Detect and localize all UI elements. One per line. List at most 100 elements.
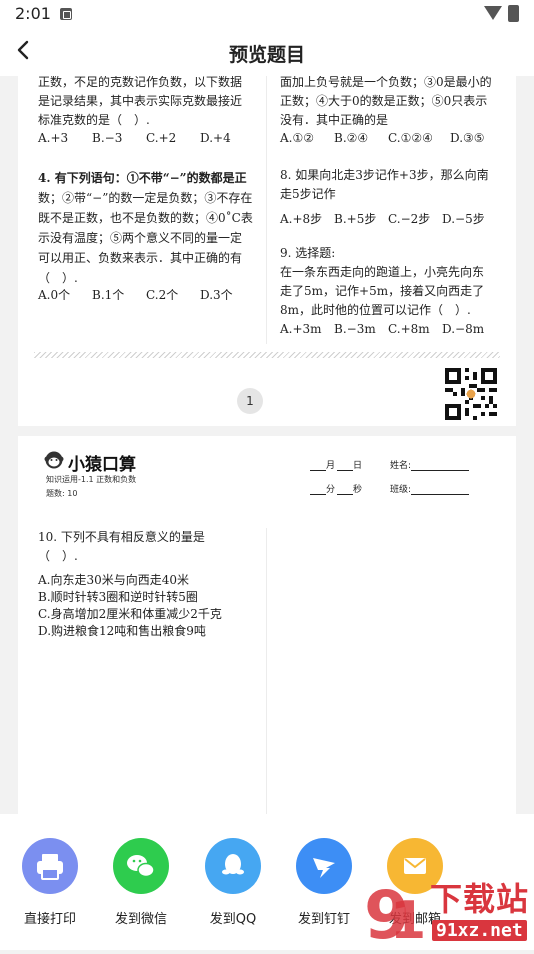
option: A.0个	[38, 288, 71, 302]
share-wechat-circle[interactable]	[113, 838, 169, 894]
option: C.+8m	[388, 322, 430, 336]
status-time: 2:01	[15, 4, 51, 23]
text-line: 10. 下列不具有相反意义的量是	[38, 530, 205, 544]
app-header: 预览题目	[0, 28, 534, 76]
status-bar: 2:01	[0, 0, 534, 28]
preview-page-2: 小猿口算 知识运用-1.1 正数和负数 题数: 10 月日 姓名: 分秒 班级:…	[18, 436, 516, 814]
date-field: 月日	[310, 458, 362, 471]
month-label: 月	[326, 461, 336, 471]
option: D.3个	[200, 288, 233, 302]
share-wechat-label: 发到微信	[114, 912, 167, 927]
option: B.−3m	[334, 322, 376, 336]
wifi-icon	[484, 6, 502, 20]
option: C.身高增加2厘米和体重减少2千克	[38, 607, 222, 621]
text-line: 既不是正数，也不是负数的数；④0˚C表	[38, 211, 253, 225]
brand-logo-text: 小猿口算	[68, 455, 136, 475]
text-line: 可以用正、负数来表示．其中正确的有	[38, 251, 243, 265]
page-footer-divider	[34, 352, 500, 358]
question-10-options: A.向东走30米与向西走40米 B.顺时针转3圈和逆时针转5圈 C.身高增加2厘…	[38, 572, 260, 640]
option: B.顺时针转3圈和逆时针转5圈	[38, 590, 198, 604]
qr-code-icon	[445, 368, 497, 420]
class-label: 班级:	[390, 485, 412, 495]
class-field: 班级:	[390, 482, 470, 495]
question-3-text: 正数，不足的克数记作负数，以下数据 是记录结果，其中表示实际克数最接近 标准克数…	[38, 76, 260, 130]
text-line: （ ）.	[38, 271, 78, 285]
watermark-title: 下载站	[430, 880, 530, 918]
share-print-circle[interactable]	[22, 838, 78, 894]
share-print-button[interactable]: 直接打印	[10, 838, 90, 927]
option: C.①②④	[388, 131, 433, 145]
text-line: 走5步记作	[280, 187, 336, 201]
page-number-badge: 1	[237, 388, 263, 414]
question-9-options: A.+3m B.−3m C.+8m D.−8m	[280, 322, 484, 336]
text-line: 8. 如果向北走3步记作+3步，那么向南	[280, 168, 489, 182]
blank-line	[411, 461, 470, 471]
share-dingtalk-label: 发到钉钉	[297, 912, 350, 927]
option: D.③⑤	[450, 131, 485, 145]
question-3-options: A.+3 B.−3 C.+2 D.+4	[38, 131, 231, 145]
option: B.+5步	[334, 212, 377, 226]
share-dingtalk-circle[interactable]	[296, 838, 352, 894]
blank-line	[310, 461, 326, 471]
text-line: 标准克数的是（ ）.	[38, 113, 150, 127]
question-9-text: 9. 选择题: 在一条东西走向的跑道上，小亮先向东 走了5m，记作+5m，接着又…	[280, 244, 508, 320]
option: C.2个	[146, 288, 179, 302]
text-line: 示没有温度；⑤两个意义不同的量一定	[38, 231, 243, 245]
blank-line	[411, 485, 470, 495]
qq-icon	[222, 854, 244, 875]
site-watermark: 9 1 下载站 91xz.net	[364, 862, 534, 954]
question-10-text: 10. 下列不具有相反意义的量是 （ ）.	[38, 528, 260, 566]
blank-line	[337, 485, 354, 495]
question-4-options: A.0个 B.1个 C.2个 D.3个	[38, 286, 233, 303]
monkey-logo-icon	[44, 451, 64, 469]
second-label: 秒	[353, 485, 363, 495]
text-line: 在一条东西走向的跑道上，小亮先向东	[280, 265, 485, 279]
text-line: 面加上负号就是一个负数；③0是最小的	[280, 76, 492, 89]
text-line: 4. 有下列语句：①不带“−”的数都是正	[38, 171, 247, 185]
option: D.购进粮食12吨和售出粮食9吨	[38, 624, 206, 638]
share-qq-label: 发到QQ	[209, 912, 257, 927]
text-line: 没有．其中正确的是	[280, 113, 389, 127]
preview-page-1: 正数，不足的克数记作负数，以下数据 是记录结果，其中表示实际克数最接近 标准克数…	[18, 76, 516, 426]
option: D.+4	[200, 131, 231, 145]
text-line: 数；②带“−”的数一定是负数；③不存在	[38, 191, 253, 205]
text-line: （ ）.	[38, 549, 78, 563]
wechat-icon	[127, 855, 155, 878]
option: A.+3m	[280, 322, 322, 336]
name-label: 姓名:	[390, 461, 412, 471]
question-8-options: A.+8步 B.+5步 C.−2步 D.−5步	[280, 210, 485, 227]
blank-line	[337, 461, 354, 471]
time-field: 分秒	[310, 482, 362, 495]
question-count: 题数: 10	[46, 489, 78, 498]
option: A.向东走30米与向西走40米	[38, 573, 190, 587]
text-line: 走了5m，记作+5m，接着又向西走了	[280, 284, 485, 298]
worksheet-subtitle: 知识运用-1.1 正数和负数	[46, 475, 137, 484]
option: A.①②	[280, 131, 314, 145]
option: B.1个	[92, 288, 125, 302]
option: D.−8m	[442, 322, 485, 336]
option: C.−2步	[388, 212, 431, 226]
battery-icon	[508, 5, 519, 22]
watermark-url: 91xz.net	[432, 920, 527, 941]
question-8-text: 8. 如果向北走3步记作+3步，那么向南 走5步记作	[280, 166, 508, 204]
text-line: 8m，此时他的位置可以记作（ ）.	[280, 303, 471, 317]
text-line: 是记录结果，其中表示实际克数最接近	[38, 94, 243, 108]
share-dingtalk-button[interactable]: 发到钉钉	[284, 838, 364, 927]
column-divider	[266, 76, 267, 344]
text-line: 正数，不足的克数记作负数，以下数据	[38, 76, 243, 89]
option: B.−3	[92, 131, 123, 145]
text-line: 9. 选择题:	[280, 246, 336, 260]
share-qq-circle[interactable]	[205, 838, 261, 894]
notification-icon	[60, 8, 72, 20]
option: D.−5步	[442, 212, 485, 226]
column-divider	[266, 528, 267, 814]
option: B.②④	[334, 131, 369, 145]
blank-line	[310, 485, 326, 495]
printer-icon	[37, 854, 63, 880]
share-qq-button[interactable]: 发到QQ	[193, 838, 273, 927]
share-wechat-button[interactable]: 发到微信	[101, 838, 181, 927]
preview-content[interactable]: 正数，不足的克数记作负数，以下数据 是记录结果，其中表示实际克数最接近 标准克数…	[0, 76, 534, 814]
option: A.+3	[38, 131, 69, 145]
question-7-options: A.①② B.②④ C.①②④ D.③⑤	[280, 131, 485, 145]
question-4-text: 4. 有下列语句：①不带“−”的数都是正 数；②带“−”的数一定是负数；③不存在…	[38, 168, 260, 288]
